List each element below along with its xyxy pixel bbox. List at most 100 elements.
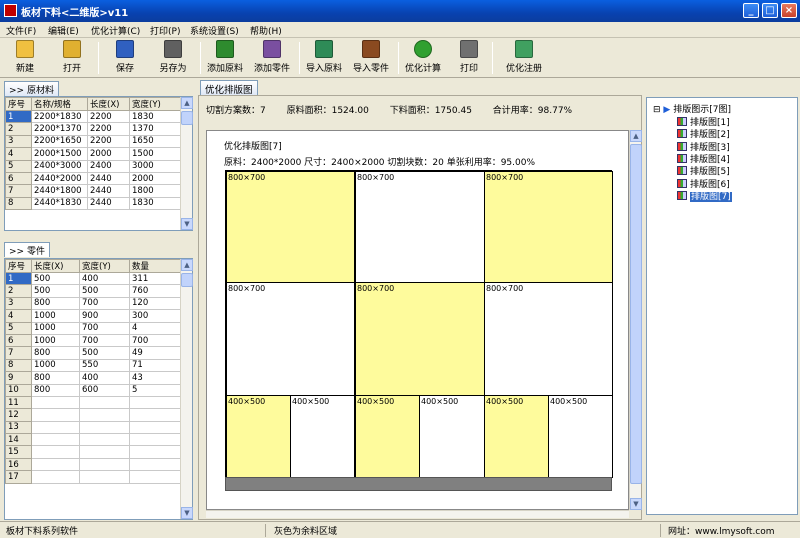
scroll-down-arrow-icon[interactable]: ▼ — [181, 218, 193, 230]
col-name[interactable]: 名称/规格 — [31, 97, 88, 111]
cut-piece[interactable]: 800×700 — [226, 171, 355, 283]
cut-piece[interactable]: 400×500 — [419, 395, 485, 478]
collapse-icon[interactable]: ⊟ — [653, 105, 661, 115]
tab-parts[interactable]: >> 零件 — [4, 242, 50, 257]
col-index[interactable]: 序号 — [5, 259, 32, 273]
tree-root[interactable]: ⊟ ▶ 排版图示[7图] — [653, 102, 731, 115]
parts-table[interactable]: 序号 长度(X) 宽度(Y) 数量 1 500 400 311 2 500 500 760 3 8… — [5, 259, 182, 484]
tree-item-layout-4[interactable]: 排版图[4] — [677, 152, 730, 165]
table-row[interactable]: 8 1000 550 71 — [5, 358, 182, 373]
layout-sheet-icon — [677, 178, 687, 188]
table-row[interactable]: 7 800 500 49 — [5, 346, 182, 360]
cut-piece[interactable]: 400×500 — [548, 395, 613, 478]
cut-piece[interactable]: 800×700 — [484, 171, 613, 283]
scroll-up-arrow-icon[interactable]: ▲ — [181, 97, 193, 109]
menu-help[interactable]: 帮助(H) — [250, 24, 282, 37]
layout-scrollbar[interactable]: ▲ ▼ — [629, 130, 642, 510]
register-button[interactable]: 优化注册 — [499, 40, 549, 76]
import-part-icon — [362, 40, 380, 58]
close-button[interactable]: × — [781, 3, 797, 18]
cut-piece[interactable]: 800×700 — [355, 282, 485, 396]
parts-scrollbar[interactable]: ▲ ▼ — [180, 259, 193, 519]
col-width[interactable]: 宽度(Y) — [129, 97, 182, 111]
menu-optimize[interactable]: 优化计算(C) — [91, 24, 140, 37]
tab-materials[interactable]: >> 原材料 — [4, 81, 59, 96]
table-row[interactable]: 3 2200*1650 2200 1650 — [5, 134, 182, 149]
layout-hscrollbar[interactable] — [206, 510, 629, 518]
cut-piece[interactable]: 400×500 — [484, 395, 549, 478]
cut-piece[interactable]: 400×500 — [226, 395, 291, 478]
materials-table[interactable]: 序号 名称/规格 长度(X) 宽度(Y) 1 2200*1830 2200 1830 … — [5, 97, 182, 211]
table-row[interactable]: 10 800 600 5 — [5, 383, 182, 397]
save-as-button[interactable]: 另存为 — [153, 40, 193, 76]
table-row[interactable]: 4 2000*1500 2000 1500 — [5, 147, 182, 161]
scroll-thumb[interactable] — [630, 144, 642, 484]
table-row[interactable]: 12 — [5, 408, 182, 422]
col-length[interactable]: 长度(X) — [31, 259, 80, 273]
col-width[interactable]: 宽度(Y) — [79, 259, 130, 273]
table-row[interactable]: 2 500 500 760 — [5, 284, 182, 298]
menu-edit[interactable]: 编辑(E) — [48, 24, 79, 37]
table-row[interactable]: 1 2200*1830 2200 1830 — [5, 109, 182, 124]
table-row[interactable]: 11 — [5, 395, 182, 410]
tree-item-layout-3[interactable]: 排版图[3] — [677, 140, 730, 153]
table-row[interactable]: 1 500 400 311 — [5, 271, 182, 286]
import-material-button[interactable]: 导入原料 — [302, 40, 346, 76]
cut-piece[interactable]: 800×700 — [226, 282, 355, 396]
table-row[interactable]: 6 2440*2000 2440 2000 — [5, 171, 182, 186]
table-row[interactable]: 13 — [5, 420, 182, 435]
table-row[interactable]: 4 1000 900 300 — [5, 309, 182, 323]
new-button[interactable]: 新建 — [8, 40, 42, 76]
tree-item-layout-7[interactable]: 排版图[7] — [677, 189, 732, 202]
window-title: 板材下料<二维版>v11 — [21, 8, 129, 19]
layout-sheet-icon — [677, 166, 687, 176]
scroll-up-arrow-icon[interactable]: ▲ — [181, 259, 193, 271]
import-part-button[interactable]: 导入零件 — [349, 40, 393, 76]
scroll-thumb[interactable] — [181, 111, 193, 125]
menu-file[interactable]: 文件(F) — [6, 24, 36, 37]
cut-piece[interactable]: 400×500 — [355, 395, 420, 478]
tree-item-layout-1[interactable]: 排版图[1] — [677, 115, 730, 128]
layout-stats: 切割方案数：7 原料面积：1524.00 下料面积：1750.45 合计用率：9… — [206, 103, 590, 116]
table-row[interactable]: 9 800 400 43 — [5, 371, 182, 385]
print-button[interactable]: 打印 — [451, 40, 487, 76]
open-button[interactable]: 打开 — [55, 40, 89, 76]
table-row[interactable]: 6 1000 700 700 — [5, 333, 182, 348]
cut-piece[interactable]: 400×500 — [290, 395, 355, 478]
table-row[interactable]: 5 1000 700 4 — [5, 321, 182, 335]
table-row[interactable]: 2 2200*1370 2200 1370 — [5, 122, 182, 136]
table-row[interactable]: 3 800 700 120 — [5, 296, 182, 311]
tree-item-layout-5[interactable]: 排版图[5] — [677, 164, 730, 177]
add-part-button[interactable]: 添加零件 — [250, 40, 294, 76]
table-row[interactable]: 15 — [5, 445, 182, 459]
scroll-down-arrow-icon[interactable]: ▼ — [630, 498, 642, 510]
table-row[interactable]: 16 — [5, 457, 182, 472]
maximize-button[interactable]: □ — [762, 3, 778, 18]
optimize-button[interactable]: 优化计算 — [401, 40, 445, 76]
cut-piece[interactable]: 800×700 — [484, 282, 613, 396]
col-index[interactable]: 序号 — [5, 97, 32, 111]
table-row[interactable]: 8 2440*1830 2440 1830 — [5, 196, 182, 211]
minimize-button[interactable]: _ — [743, 3, 759, 18]
tree-item-layout-6[interactable]: 排版图[6] — [677, 177, 730, 190]
tab-layout[interactable]: 优化排版图 — [200, 80, 258, 96]
layout-sheet-icon — [677, 117, 687, 126]
panel-splitter[interactable] — [0, 232, 196, 240]
menu-settings[interactable]: 系统设置(S) — [190, 24, 239, 37]
materials-scrollbar[interactable]: ▲ ▼ — [180, 97, 193, 230]
menu-print[interactable]: 打印(P) — [150, 24, 180, 37]
cut-piece[interactable]: 800×700 — [355, 171, 485, 283]
title-bar[interactable]: 板材下料<二维版>v11 _ □ × — [0, 0, 800, 22]
col-quantity[interactable]: 数量 — [129, 259, 182, 273]
scroll-thumb[interactable] — [181, 273, 193, 287]
save-button[interactable]: 保存 — [108, 40, 142, 76]
table-row[interactable]: 17 — [5, 470, 182, 484]
scroll-down-arrow-icon[interactable]: ▼ — [181, 507, 193, 519]
table-row[interactable]: 7 2440*1800 2440 1800 — [5, 184, 182, 198]
col-length[interactable]: 长度(X) — [87, 97, 130, 111]
table-row[interactable]: 5 2400*3000 2400 3000 — [5, 159, 182, 173]
tree-item-layout-2[interactable]: 排版图[2] — [677, 127, 730, 140]
table-row[interactable]: 14 — [5, 433, 182, 447]
add-material-button[interactable]: 添加原料 — [203, 40, 247, 76]
scroll-up-arrow-icon[interactable]: ▲ — [630, 130, 642, 142]
